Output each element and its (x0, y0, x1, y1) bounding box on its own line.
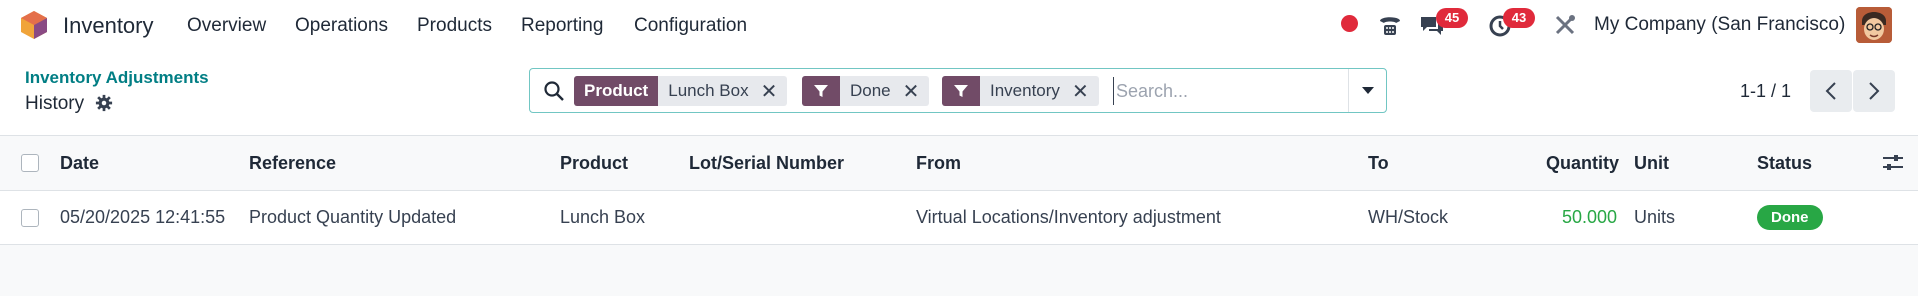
table-row[interactable]: 05/20/2025 12:41:55 Product Quantity Upd… (0, 191, 1918, 245)
column-reference[interactable]: Reference (249, 136, 336, 190)
table-header: Date Reference Product Lot/Serial Number… (0, 136, 1918, 191)
filter-icon (942, 76, 980, 106)
activity-count-badge: 43 (1503, 8, 1535, 28)
facet-filter-inventory: Inventory ✕ (942, 76, 1099, 106)
column-status[interactable]: Status (1757, 136, 1812, 190)
facet-product: Product Lunch Box ✕ (574, 76, 788, 106)
menu-reporting[interactable]: Reporting (521, 15, 603, 37)
moves-history-table: Date Reference Product Lot/Serial Number… (0, 136, 1918, 245)
column-to[interactable]: To (1368, 136, 1389, 190)
search-input[interactable] (1113, 77, 1343, 105)
search-bar: Product Lunch Box ✕ Done ✕ Inventory ✕ (529, 68, 1387, 113)
column-lot-serial[interactable]: Lot/Serial Number (689, 136, 844, 190)
recording-dot-icon[interactable] (1341, 15, 1358, 32)
menu-configuration[interactable]: Configuration (634, 15, 747, 37)
user-avatar[interactable] (1856, 7, 1892, 43)
search-options-toggle[interactable] (1348, 69, 1387, 112)
app-logo-icon[interactable] (19, 10, 49, 40)
chevron-right-icon (1869, 82, 1880, 100)
sliders-icon (1883, 155, 1903, 170)
column-product[interactable]: Product (560, 136, 628, 190)
app-name[interactable]: Inventory (63, 13, 154, 39)
facet-done-remove-icon[interactable]: ✕ (901, 76, 930, 106)
chat-count-badge: 45 (1436, 8, 1468, 28)
page-title: History (25, 93, 85, 114)
top-navbar: Inventory Overview Operations Products R… (0, 0, 1918, 50)
column-date[interactable]: Date (60, 136, 99, 190)
facet-product-label: Product (574, 76, 659, 106)
company-switcher[interactable]: My Company (San Francisco) (1594, 14, 1845, 36)
caret-down-icon (1362, 86, 1374, 94)
row-unit: Units (1634, 207, 1676, 227)
gear-icon[interactable] (95, 94, 113, 112)
breadcrumb-inventory-adjustments[interactable]: Inventory Adjustments (25, 68, 209, 88)
row-checkbox[interactable] (21, 209, 39, 227)
row-reference: Product Quantity Updated (249, 207, 457, 227)
facet-product-remove-icon[interactable]: ✕ (759, 76, 788, 106)
status-badge: Done (1757, 205, 1823, 230)
facet-inventory-value: Inventory (990, 81, 1060, 100)
row-product: Lunch Box (560, 207, 646, 227)
facet-inventory-remove-icon[interactable]: ✕ (1070, 76, 1099, 106)
menu-products[interactable]: Products (417, 15, 492, 37)
row-to-location: WH/Stock (1368, 207, 1449, 227)
chevron-left-icon (1825, 82, 1836, 100)
empty-list-area (0, 246, 1918, 296)
row-quantity: 50.000 (1562, 207, 1618, 227)
phone-icon[interactable] (1376, 11, 1404, 39)
select-all-checkbox[interactable] (21, 154, 39, 172)
pager-next-button[interactable] (1853, 70, 1895, 112)
facet-filter-done: Done ✕ (802, 76, 930, 106)
column-unit[interactable]: Unit (1634, 136, 1669, 190)
tools-icon[interactable] (1551, 11, 1579, 39)
pager-value[interactable]: 1-1 / 1 (1740, 81, 1791, 102)
optional-columns-toggle[interactable] (1882, 136, 1904, 190)
row-from-location: Virtual Locations/Inventory adjustment (916, 207, 1221, 227)
pager-previous-button[interactable] (1810, 70, 1852, 112)
facet-product-value: Lunch Box (668, 81, 749, 100)
row-date: 05/20/2025 12:41:55 (60, 207, 226, 227)
filter-icon (802, 76, 840, 106)
column-from[interactable]: From (916, 136, 961, 190)
row-status: Done (1757, 191, 1823, 244)
menu-operations[interactable]: Operations (295, 15, 388, 37)
search-icon[interactable] (543, 80, 565, 102)
control-panel: Inventory Adjustments History Product Lu… (0, 50, 1918, 136)
column-quantity[interactable]: Quantity (1546, 136, 1619, 190)
facet-done-value: Done (850, 81, 891, 100)
menu-overview[interactable]: Overview (187, 15, 266, 37)
